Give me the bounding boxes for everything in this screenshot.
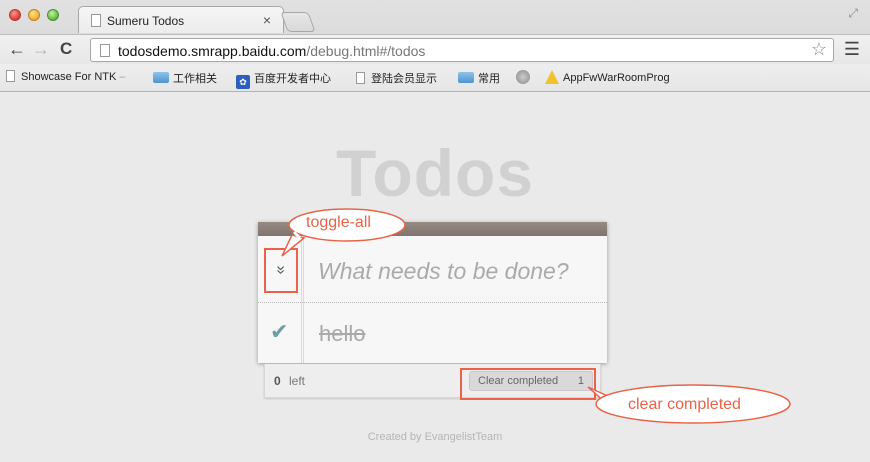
tab-title: Sumeru Todos	[107, 14, 185, 28]
bookmark-star-icon[interactable]: ☆	[811, 39, 827, 60]
toggle-all-highlight	[264, 248, 298, 293]
folder-icon	[153, 72, 169, 83]
tab-close-icon[interactable]: ×	[263, 12, 271, 28]
divider	[258, 302, 607, 303]
clear-completed-annotation: clear completed	[628, 396, 741, 413]
bookmark-folder-work[interactable]: 工作相关	[153, 70, 217, 86]
window-minimize-button[interactable]	[28, 9, 40, 21]
back-button[interactable]: ←	[8, 40, 26, 58]
url-host: todosdemo.smrapp.baidu.com	[118, 43, 307, 59]
todo-item-label[interactable]: hello	[319, 321, 365, 347]
address-bar[interactable]: todosdemo.smrapp.baidu.com/debug.html#/t…	[90, 38, 834, 62]
bookmark-label: 工作相关	[173, 73, 217, 85]
bookmark-baidu-dev[interactable]: ✿ 百度开发者中心	[236, 70, 331, 89]
todo-card: » ✔ hello	[258, 222, 607, 363]
page-icon	[100, 44, 110, 57]
browser-toolbar: ← → C todosdemo.smrapp.baidu.com/debug.h…	[0, 34, 870, 64]
clear-completed-highlight	[460, 368, 596, 400]
fullscreen-icon[interactable]: ⤢	[848, 6, 858, 21]
checkmark-icon[interactable]: ✔	[270, 319, 288, 345]
bookmark-globe[interactable]	[516, 70, 530, 84]
forward-button[interactable]: →	[32, 40, 50, 58]
page-title: Todos	[335, 136, 535, 210]
reload-button[interactable]: C	[60, 40, 72, 58]
new-todo-input[interactable]	[318, 258, 598, 285]
bookmark-label: 常用	[478, 73, 500, 85]
bookmark-label: 百度开发者中心	[254, 73, 331, 85]
bookmark-folder-common[interactable]: 常用	[458, 70, 500, 86]
bookmark-label: AppFwWarRoomProg	[563, 72, 670, 84]
bookmark-label: Showcase For NTK	[21, 71, 117, 83]
bookmarks-bar: Showcase For NTK – 工作相关 ✿ 百度开发者中心 登陆会员显示 …	[0, 64, 870, 91]
page-icon	[356, 72, 365, 84]
browser-chrome: Sumeru Todos × ⤢ ← → C todosdemo.smrapp.…	[0, 0, 870, 92]
bookmark-appfw[interactable]: AppFwWarRoomProg	[545, 70, 670, 84]
bookmark-showcase[interactable]: Showcase For NTK –	[6, 70, 126, 83]
globe-icon	[516, 70, 530, 84]
bookmark-login-display[interactable]: 登陆会员显示	[356, 70, 437, 86]
bookmark-label: 登陆会员显示	[371, 73, 437, 85]
document-icon	[91, 14, 101, 27]
browser-tab[interactable]: Sumeru Todos ×	[78, 6, 284, 33]
window-close-button[interactable]	[9, 9, 21, 21]
window-zoom-button[interactable]	[47, 9, 59, 21]
new-tab-button[interactable]	[280, 12, 316, 32]
card-margin-line	[301, 236, 304, 363]
todo-count-label: left	[289, 374, 306, 388]
url-text[interactable]: todosdemo.smrapp.baidu.com/debug.html#/t…	[118, 43, 425, 59]
browser-menu-icon[interactable]: ☰	[844, 39, 860, 60]
folder-icon	[458, 72, 474, 83]
credit-text: Created by EvangelistTeam	[367, 431, 503, 443]
url-path: /debug.html#/todos	[306, 43, 426, 59]
toggle-all-annotation: toggle-all	[306, 214, 371, 231]
todo-count-number: 0	[274, 374, 281, 388]
page-icon	[6, 70, 15, 82]
warning-icon	[545, 70, 559, 84]
baidu-paw-icon: ✿	[236, 75, 250, 89]
